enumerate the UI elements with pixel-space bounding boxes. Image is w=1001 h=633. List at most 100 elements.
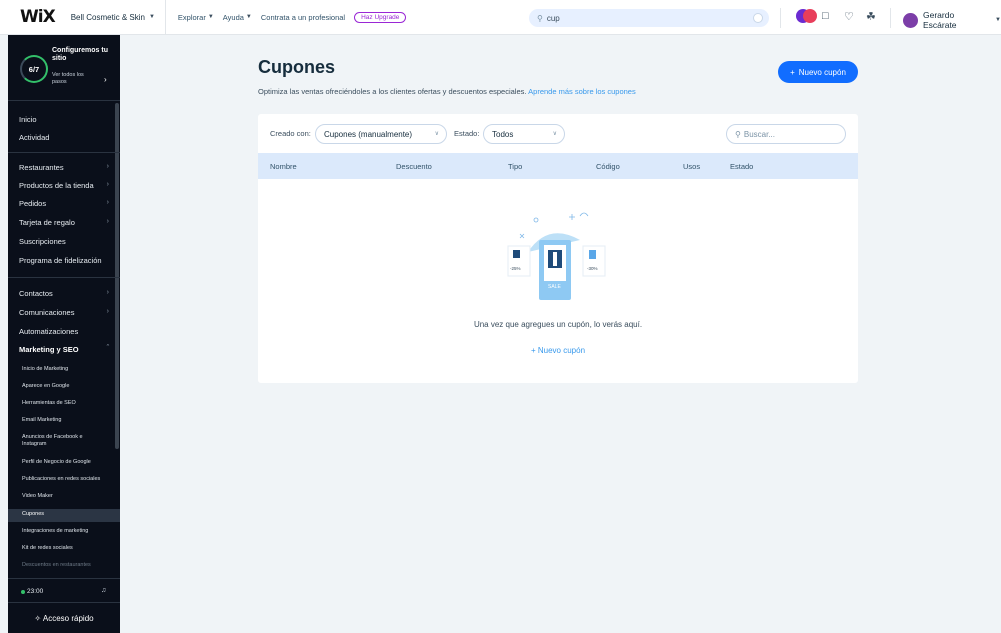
sidebar-item-actividad[interactable]: Actividad (19, 133, 109, 142)
select-value: Todos (492, 129, 514, 139)
sidebar-subitem[interactable]: Perfil de Negocio de Google (22, 459, 91, 465)
learn-more-link[interactable]: Aprende más sobre los cupones (528, 87, 636, 96)
upgrade-button[interactable]: Haz Upgrade (354, 11, 407, 23)
status-filter-select[interactable]: Todos ∨ (483, 124, 565, 144)
site-selector[interactable]: Bell Cosmetic & Skin ▼ (71, 13, 155, 22)
status-filter-label: Estado: (454, 129, 480, 138)
search-clear-icon[interactable] (753, 13, 763, 23)
divider (8, 152, 120, 153)
empty-new-coupon-link[interactable]: + Nuevo cupón (258, 346, 858, 355)
menu-ayuda[interactable]: Ayuda ▼ (223, 13, 252, 22)
column-header[interactable]: Nombre (270, 162, 297, 171)
sidebar-item-fidelizacion[interactable]: Programa de fidelización (19, 256, 109, 265)
new-coupon-button[interactable]: + Nuevo cupón (778, 61, 858, 83)
apps-avatar-icon[interactable] (796, 9, 817, 27)
quick-access-label: Acceso rápido (42, 614, 94, 623)
sidebar-subitem[interactable]: Video Maker (22, 493, 53, 499)
sparkle-icon: ✧ (34, 614, 43, 623)
divider (780, 8, 781, 28)
sidebar-item-inicio[interactable]: Inicio (19, 115, 109, 124)
sidebar-item-automatizaciones[interactable]: Automatizaciones (19, 327, 109, 336)
sidebar-subitem[interactable]: Inicio de Marketing (22, 366, 68, 372)
avatar-red (803, 9, 817, 23)
chevron-down-icon: ∨ (552, 131, 557, 137)
sidebar-item-label: Actividad (19, 133, 50, 142)
column-header[interactable]: Tipo (508, 162, 522, 171)
created-filter-select[interactable]: Cupones (manualmente) ∨ (315, 124, 447, 144)
sidebar-subitem[interactable]: Kit de redes sociales (22, 545, 73, 551)
clock: 23:00 (21, 588, 43, 595)
sidebar-item-marketing-seo[interactable]: Marketing y SEO ˆ (19, 345, 109, 354)
menu-explorar[interactable]: Explorar ▼ (178, 13, 214, 22)
sidebar-subitem[interactable]: Publicaciones en redes sociales (22, 476, 100, 482)
column-header[interactable]: Usos (683, 162, 700, 171)
sidebar-subitem[interactable]: Email Marketing (22, 417, 61, 423)
sidebar-subitem[interactable]: Integraciones de marketing (22, 528, 88, 534)
user-menu[interactable]: Gerardo Escárate ▼ (903, 10, 1001, 30)
user-name: Gerardo Escárate (922, 10, 957, 30)
chevron-down-icon: ∨ (434, 131, 439, 137)
sidebar-subitem[interactable]: Descuentos en restaurantes (22, 562, 91, 568)
sidebar-scrollbar[interactable] (115, 103, 119, 449)
sidebar-item-label: Contactos (19, 289, 53, 298)
chevron-right-icon: › (106, 308, 109, 315)
chevron-down-icon: ▼ (207, 14, 214, 20)
menu-label: Ayuda (222, 12, 244, 22)
empty-coupons-illustration: SALE -25% -30% (498, 200, 618, 310)
sidebar-subitem[interactable]: Anuncios de Facebook e Instagram (22, 434, 92, 447)
top-bar: WiX Bell Cosmetic & Skin ▼ Explorar ▼ Ayu… (0, 0, 1001, 35)
sidebar-subitem[interactable]: Aparece en Google (22, 383, 69, 389)
sidebar-item-comunicaciones[interactable]: Comunicaciones › (19, 308, 109, 317)
setup-subtitle: Ver todos los pasos (52, 72, 84, 85)
avatar (903, 12, 918, 28)
coupon-search-input[interactable]: ⚲ Buscar... (726, 124, 846, 144)
progress-ring: 6/7 (20, 55, 48, 83)
sidebar-item-tarjeta-regalo[interactable]: Tarjeta de regalo › (19, 218, 109, 227)
chat-icon[interactable]: □ (822, 10, 829, 22)
column-header[interactable]: Código (596, 162, 620, 171)
page-description: Optimiza las ventas ofreciéndoles a los … (258, 87, 636, 96)
menu-contrata[interactable]: Contrata a un profesional (261, 13, 345, 22)
divider (164, 0, 166, 35)
top-menu: Explorar ▼ Ayuda ▼ Contrata a un profesion… (178, 11, 407, 23)
sidebar-subitem[interactable]: Herramientas de SEO (22, 400, 76, 406)
column-header[interactable]: Estado (730, 162, 753, 171)
divider (8, 578, 120, 579)
quick-access-button[interactable]: ✧ Acceso rápido (8, 614, 120, 623)
wix-logo[interactable]: WiX (20, 7, 56, 27)
search-placeholder: Buscar... (743, 129, 775, 139)
sidebar-item-label: Marketing y SEO (19, 345, 79, 354)
global-search-input[interactable]: ⚲ cup (529, 9, 769, 27)
search-icon: ⚲ (735, 129, 741, 139)
sidebar-item-suscripciones[interactable]: Suscripciones (19, 237, 109, 246)
discount-right: -30% (587, 266, 598, 271)
setup-title: Configuremos tu sitio (52, 47, 108, 62)
sidebar-item-restaurantes[interactable]: Restaurantes › (19, 163, 109, 172)
setup-progress-card[interactable]: 6/7 Configuremos tu sitio Ver todos los … (8, 35, 120, 101)
select-value: Cupones (manualmente) (324, 129, 413, 139)
sidebar-item-pedidos[interactable]: Pedidos › (19, 199, 109, 208)
search-value: cup (546, 13, 560, 23)
speaker-icon[interactable]: ♫ (101, 587, 106, 594)
button-label: Nuevo cupón (798, 67, 846, 77)
plus-icon: + (530, 346, 538, 355)
chevron-down-icon: ▼ (245, 14, 252, 20)
time-value: 23:00 (27, 588, 44, 595)
megaphone-icon[interactable]: ☘ (866, 10, 876, 23)
divider (890, 8, 891, 28)
sidebar-item-label: Suscripciones (19, 237, 66, 246)
description-text: Optimiza las ventas ofreciéndoles a los … (258, 87, 527, 96)
sidebar-item-productos[interactable]: Productos de la tienda › (19, 181, 109, 190)
divider (8, 602, 120, 603)
divider (8, 277, 120, 278)
empty-state-text: Una vez que agregues un cupón, lo verás … (473, 320, 643, 329)
table-header: Nombre Descuento Tipo Código Usos Estado (258, 153, 858, 179)
sidebar-item-label: Programa de fidelización (19, 256, 102, 265)
coupons-card: Creado con: Cupones (manualmente) ∨ Esta… (258, 114, 858, 383)
column-header[interactable]: Descuento (396, 162, 432, 171)
sidebar-subitem-cupones[interactable]: Cupones (22, 511, 44, 517)
sidebar-item-contactos[interactable]: Contactos › (19, 289, 109, 298)
bell-icon[interactable]: ♡ (844, 10, 854, 23)
chevron-up-icon: ˆ (106, 345, 109, 352)
chevron-right-icon: › (104, 75, 107, 84)
